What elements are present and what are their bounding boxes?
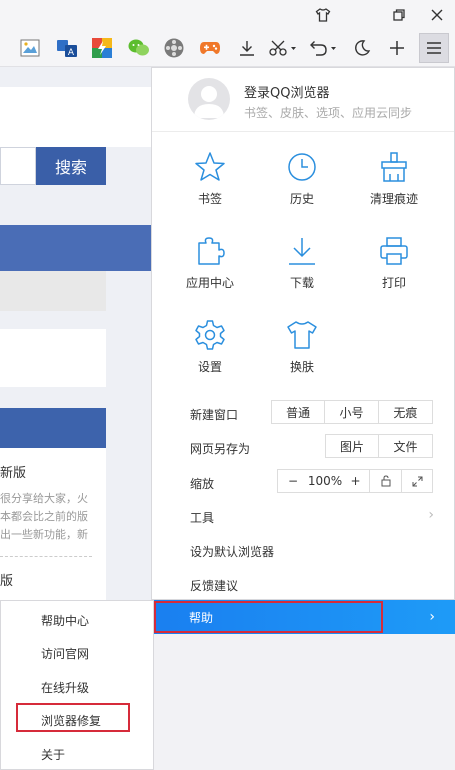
highlight-box-help [154, 601, 383, 633]
zoom-control: − 100% + [277, 469, 433, 493]
new-window-options: 普通 小号 无痕 [271, 400, 433, 424]
search-input[interactable] [0, 147, 36, 185]
article-title: 版 [0, 574, 14, 589]
shirt-icon[interactable] [310, 4, 336, 26]
zoom-label: 缩放 [190, 477, 215, 491]
restore-icon[interactable] [386, 4, 412, 26]
star-icon [195, 152, 225, 181]
close-icon[interactable] [424, 4, 450, 26]
menu-item-label: 设置 [197, 360, 222, 374]
scissors-icon[interactable] [266, 36, 300, 60]
shirt-icon [287, 321, 317, 349]
toolbar: A [0, 30, 455, 67]
page-header [0, 87, 152, 147]
menu-item-set-default[interactable]: 设为默认浏览器 [190, 543, 274, 560]
login-title[interactable]: 登录QQ浏览器 [244, 82, 329, 101]
wechat-icon[interactable] [127, 36, 151, 60]
login-section[interactable]: 登录QQ浏览器 书签、皮肤、选项、应用云同步 [152, 68, 454, 132]
download-icon [289, 238, 315, 265]
menu-item-download[interactable]: 下载 [262, 234, 342, 304]
title-bar [0, 0, 455, 30]
section-header [0, 408, 106, 448]
login-subtitle: 书签、皮肤、选项、应用云同步 [244, 106, 413, 120]
broom-icon [381, 152, 407, 182]
submenu-item-help-center[interactable]: 帮助中心 [41, 612, 89, 629]
gray-banner [0, 271, 106, 311]
menu-item-label: 书签 [197, 192, 222, 206]
zoom-out-button[interactable]: − [278, 470, 308, 492]
puzzle-icon [198, 237, 225, 265]
new-window-label: 新建窗口 [190, 408, 239, 422]
save-as-image[interactable]: 图片 [326, 435, 380, 457]
highlight-box-repair [16, 703, 130, 732]
save-as-file[interactable]: 文件 [379, 435, 432, 457]
game-icon[interactable] [198, 36, 222, 60]
menu-item-skin[interactable]: 换肤 [262, 318, 342, 388]
menu-item-label: 清理痕迹 [369, 192, 418, 206]
menu-item-label: 应用中心 [185, 276, 234, 290]
submenu-item-official-site[interactable]: 访问官网 [41, 645, 89, 662]
save-page-label: 网页另存为 [190, 442, 251, 456]
undo-icon[interactable] [306, 36, 340, 60]
lightning-icon[interactable] [90, 36, 114, 60]
chevron-right-icon: › [428, 507, 434, 523]
svg-text:A: A [68, 48, 75, 58]
content-box [0, 329, 106, 387]
chevron-right-icon: › [429, 609, 435, 625]
divider [0, 556, 92, 557]
gear-icon [195, 320, 225, 350]
avatar[interactable] [188, 78, 230, 120]
submenu-item-about[interactable]: 关于 [41, 746, 65, 763]
plus-icon[interactable] [385, 36, 409, 60]
menu-item-print[interactable]: 打印 [354, 234, 434, 304]
fullscreen-icon[interactable] [402, 470, 432, 492]
menu-item-history[interactable]: 历史 [262, 150, 342, 220]
zoom-value: 100% [307, 474, 343, 488]
new-window-incognito[interactable]: 无痕 [379, 401, 432, 423]
menu-icon[interactable] [419, 33, 449, 63]
search-button[interactable]: 搜索 [36, 147, 106, 185]
lock-icon[interactable] [370, 470, 402, 492]
article-card: 新版 很分享给大家，火 本都会比之前的版 出一些新功能，新 版 [0, 448, 106, 608]
menu-item-app-center[interactable]: 应用中心 [170, 234, 250, 304]
nav-bar [0, 225, 152, 271]
menu-item-label: 换肤 [289, 360, 314, 374]
article-line: 出一些新功能，新 [0, 528, 88, 541]
main-menu-panel: 登录QQ浏览器 书签、皮肤、选项、应用云同步 书签 历史 清理痕迹 应用中心 下… [151, 67, 455, 600]
translate-icon[interactable]: A [55, 36, 79, 60]
menu-item-label: 下载 [289, 276, 314, 290]
image-icon[interactable] [18, 36, 42, 60]
save-page-options: 图片 文件 [325, 434, 433, 458]
submenu-item-online-upgrade[interactable]: 在线升级 [41, 679, 89, 696]
zoom-in-button[interactable]: + [342, 470, 370, 492]
article-title: 新版 [0, 466, 27, 481]
help-submenu: 帮助中心 访问官网 在线升级 浏览器修复 关于 [0, 600, 154, 770]
new-window-small[interactable]: 小号 [325, 401, 379, 423]
menu-item-feedback[interactable]: 反馈建议 [190, 577, 238, 594]
article-line: 本都会比之前的版 [0, 510, 88, 523]
menu-item-label: 打印 [381, 276, 406, 290]
download-icon[interactable] [235, 36, 259, 60]
clock-icon [288, 153, 316, 181]
menu-item-settings[interactable]: 设置 [170, 318, 250, 388]
printer-icon [380, 237, 408, 265]
menu-item-clear-traces[interactable]: 清理痕迹 [354, 150, 434, 220]
menu-item-tools[interactable]: 工具 [190, 509, 214, 526]
menu-item-label: 历史 [289, 192, 314, 206]
menu-item-bookmarks[interactable]: 书签 [170, 150, 250, 220]
new-window-normal[interactable]: 普通 [272, 401, 326, 423]
moon-icon[interactable] [350, 36, 374, 60]
film-icon[interactable] [162, 36, 186, 60]
article-line: 很分享给大家，火 [0, 492, 88, 505]
